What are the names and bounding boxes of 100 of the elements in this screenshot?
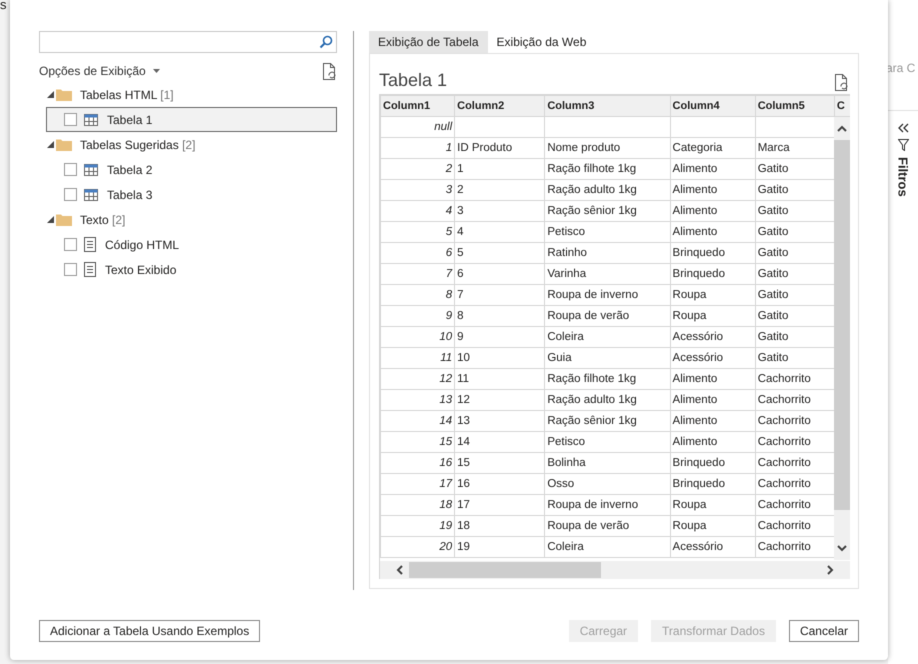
row-number: 6	[380, 242, 455, 264]
table-cell: Alimento	[670, 410, 756, 432]
table-cell: Roupa de inverno	[544, 494, 670, 516]
table-cell: Guia	[544, 348, 670, 368]
table-cell: Brinquedo	[670, 264, 756, 284]
table-cell: Ração sênior 1kg	[544, 410, 670, 432]
table-cell: Alimento	[670, 432, 756, 452]
view-options-dropdown[interactable]: Opções de Exibição	[39, 64, 160, 78]
expanded-arrow-icon	[47, 216, 54, 223]
refresh-button[interactable]	[322, 62, 337, 80]
table-cell: Alimento	[670, 158, 756, 180]
document-refresh-icon	[834, 74, 849, 91]
table-cell: Roupa	[670, 516, 756, 536]
table-cell: Alimento	[670, 222, 756, 242]
chevron-down-icon	[837, 545, 847, 552]
table-cell: Brinquedo	[670, 452, 756, 474]
tree-folder[interactable]: Tabelas HTML [1]	[39, 82, 337, 107]
row-number: 9	[380, 306, 455, 326]
chevron-left-icon	[396, 565, 403, 575]
table-cell: Ração adulto 1kg	[544, 390, 670, 410]
checkbox[interactable]	[64, 163, 77, 176]
table-cell: 12	[454, 390, 545, 410]
table-cell: Petisco	[544, 432, 670, 452]
table-cell: Osso	[544, 474, 670, 494]
tree-item[interactable]: Tabela 2	[46, 157, 337, 182]
table-cell: 19	[454, 536, 545, 558]
checkbox[interactable]	[64, 188, 77, 201]
table-cell: Varinha	[544, 264, 670, 284]
row-number: 14	[380, 410, 455, 432]
table-cell: 3	[454, 200, 545, 222]
checkbox[interactable]	[64, 263, 77, 276]
filters-pane[interactable]: Filtros	[888, 111, 918, 197]
column-header: Column1	[380, 96, 455, 116]
table-cell: ID Produto	[454, 138, 545, 158]
table-cell: Petisco	[544, 222, 670, 242]
button[interactable]: Adicionar a Tabela Usando Exemplos	[39, 620, 260, 642]
table-cell: Roupa de verão	[544, 516, 670, 536]
search-icon	[319, 35, 333, 49]
row-number: 20	[380, 536, 455, 558]
row-number: 4	[380, 200, 455, 222]
expanded-arrow-icon	[47, 91, 54, 98]
table-cell: Alimento	[670, 390, 756, 410]
folder-icon	[56, 138, 72, 151]
row-number: 10	[380, 326, 455, 348]
row-number: 13	[380, 390, 455, 410]
table-icon	[84, 164, 98, 176]
tab[interactable]: Exibição de Tabela	[369, 31, 488, 53]
table-cell: 17	[454, 494, 545, 516]
table-cell: Categoria	[670, 138, 756, 158]
table-cell: Roupa de verão	[544, 306, 670, 326]
tree-folder[interactable]: Tabelas Sugeridas [2]	[39, 132, 337, 157]
row-number: 16	[380, 452, 455, 474]
row-number: 5	[380, 222, 455, 242]
chevron-up-icon	[837, 125, 847, 132]
tree-item[interactable]: Código HTML	[46, 232, 337, 257]
horizontal-scrollbar[interactable]	[380, 561, 850, 579]
table-icon	[84, 114, 98, 126]
table-cell: Roupa de inverno	[544, 284, 670, 306]
refresh-button[interactable]	[834, 74, 849, 91]
document-refresh-icon	[322, 62, 337, 80]
table-cell: Roupa	[670, 284, 756, 306]
tree-folder[interactable]: Texto [2]	[39, 207, 337, 232]
table-cell: 1	[454, 158, 545, 180]
table-cell: 10	[454, 348, 545, 368]
table-cell: Acessório	[670, 348, 756, 368]
tab[interactable]: Exibição da Web	[488, 31, 596, 53]
filter-icon	[898, 139, 908, 151]
checkbox[interactable]	[64, 238, 77, 251]
table-cell: Ratinho	[544, 242, 670, 264]
table-cell: 14	[454, 432, 545, 452]
table-cell: Acessório	[670, 536, 756, 558]
row-number: 11	[380, 348, 455, 368]
double-chevron-left-icon	[898, 123, 908, 133]
vertical-scrollbar[interactable]	[834, 117, 850, 560]
scrollbar-thumb[interactable]	[409, 562, 601, 578]
table-cell: Bolinha	[544, 452, 670, 474]
table-cell: 15	[454, 452, 545, 474]
row-number: 1	[380, 138, 455, 158]
row-number: 7	[380, 264, 455, 284]
tree-item[interactable]: Tabela 1	[46, 107, 337, 132]
table-cell: Acessório	[670, 326, 756, 348]
table-cell: 16	[454, 474, 545, 494]
column-header: Column2	[454, 96, 545, 116]
column-header: Column3	[544, 96, 670, 116]
caret-icon	[152, 69, 160, 73]
expanded-arrow-icon	[47, 141, 54, 148]
search-field[interactable]	[39, 31, 337, 53]
table-cell: Brinquedo	[670, 242, 756, 264]
tree-item[interactable]: Texto Exibido	[46, 257, 337, 282]
button[interactable]: Cancelar	[788, 620, 859, 642]
tree-item[interactable]: Tabela 3	[46, 182, 337, 207]
row-number: null	[380, 116, 455, 138]
checkbox[interactable]	[64, 113, 77, 126]
table-cell: 18	[454, 516, 545, 536]
row-number: 3	[380, 180, 455, 200]
column-header: Column5	[755, 96, 834, 116]
scrollbar-thumb[interactable]	[834, 140, 850, 510]
table-cell: Roupa	[670, 494, 756, 516]
folder-label: Tabelas HTML [1]	[80, 88, 174, 102]
table-cell: 13	[454, 410, 545, 432]
